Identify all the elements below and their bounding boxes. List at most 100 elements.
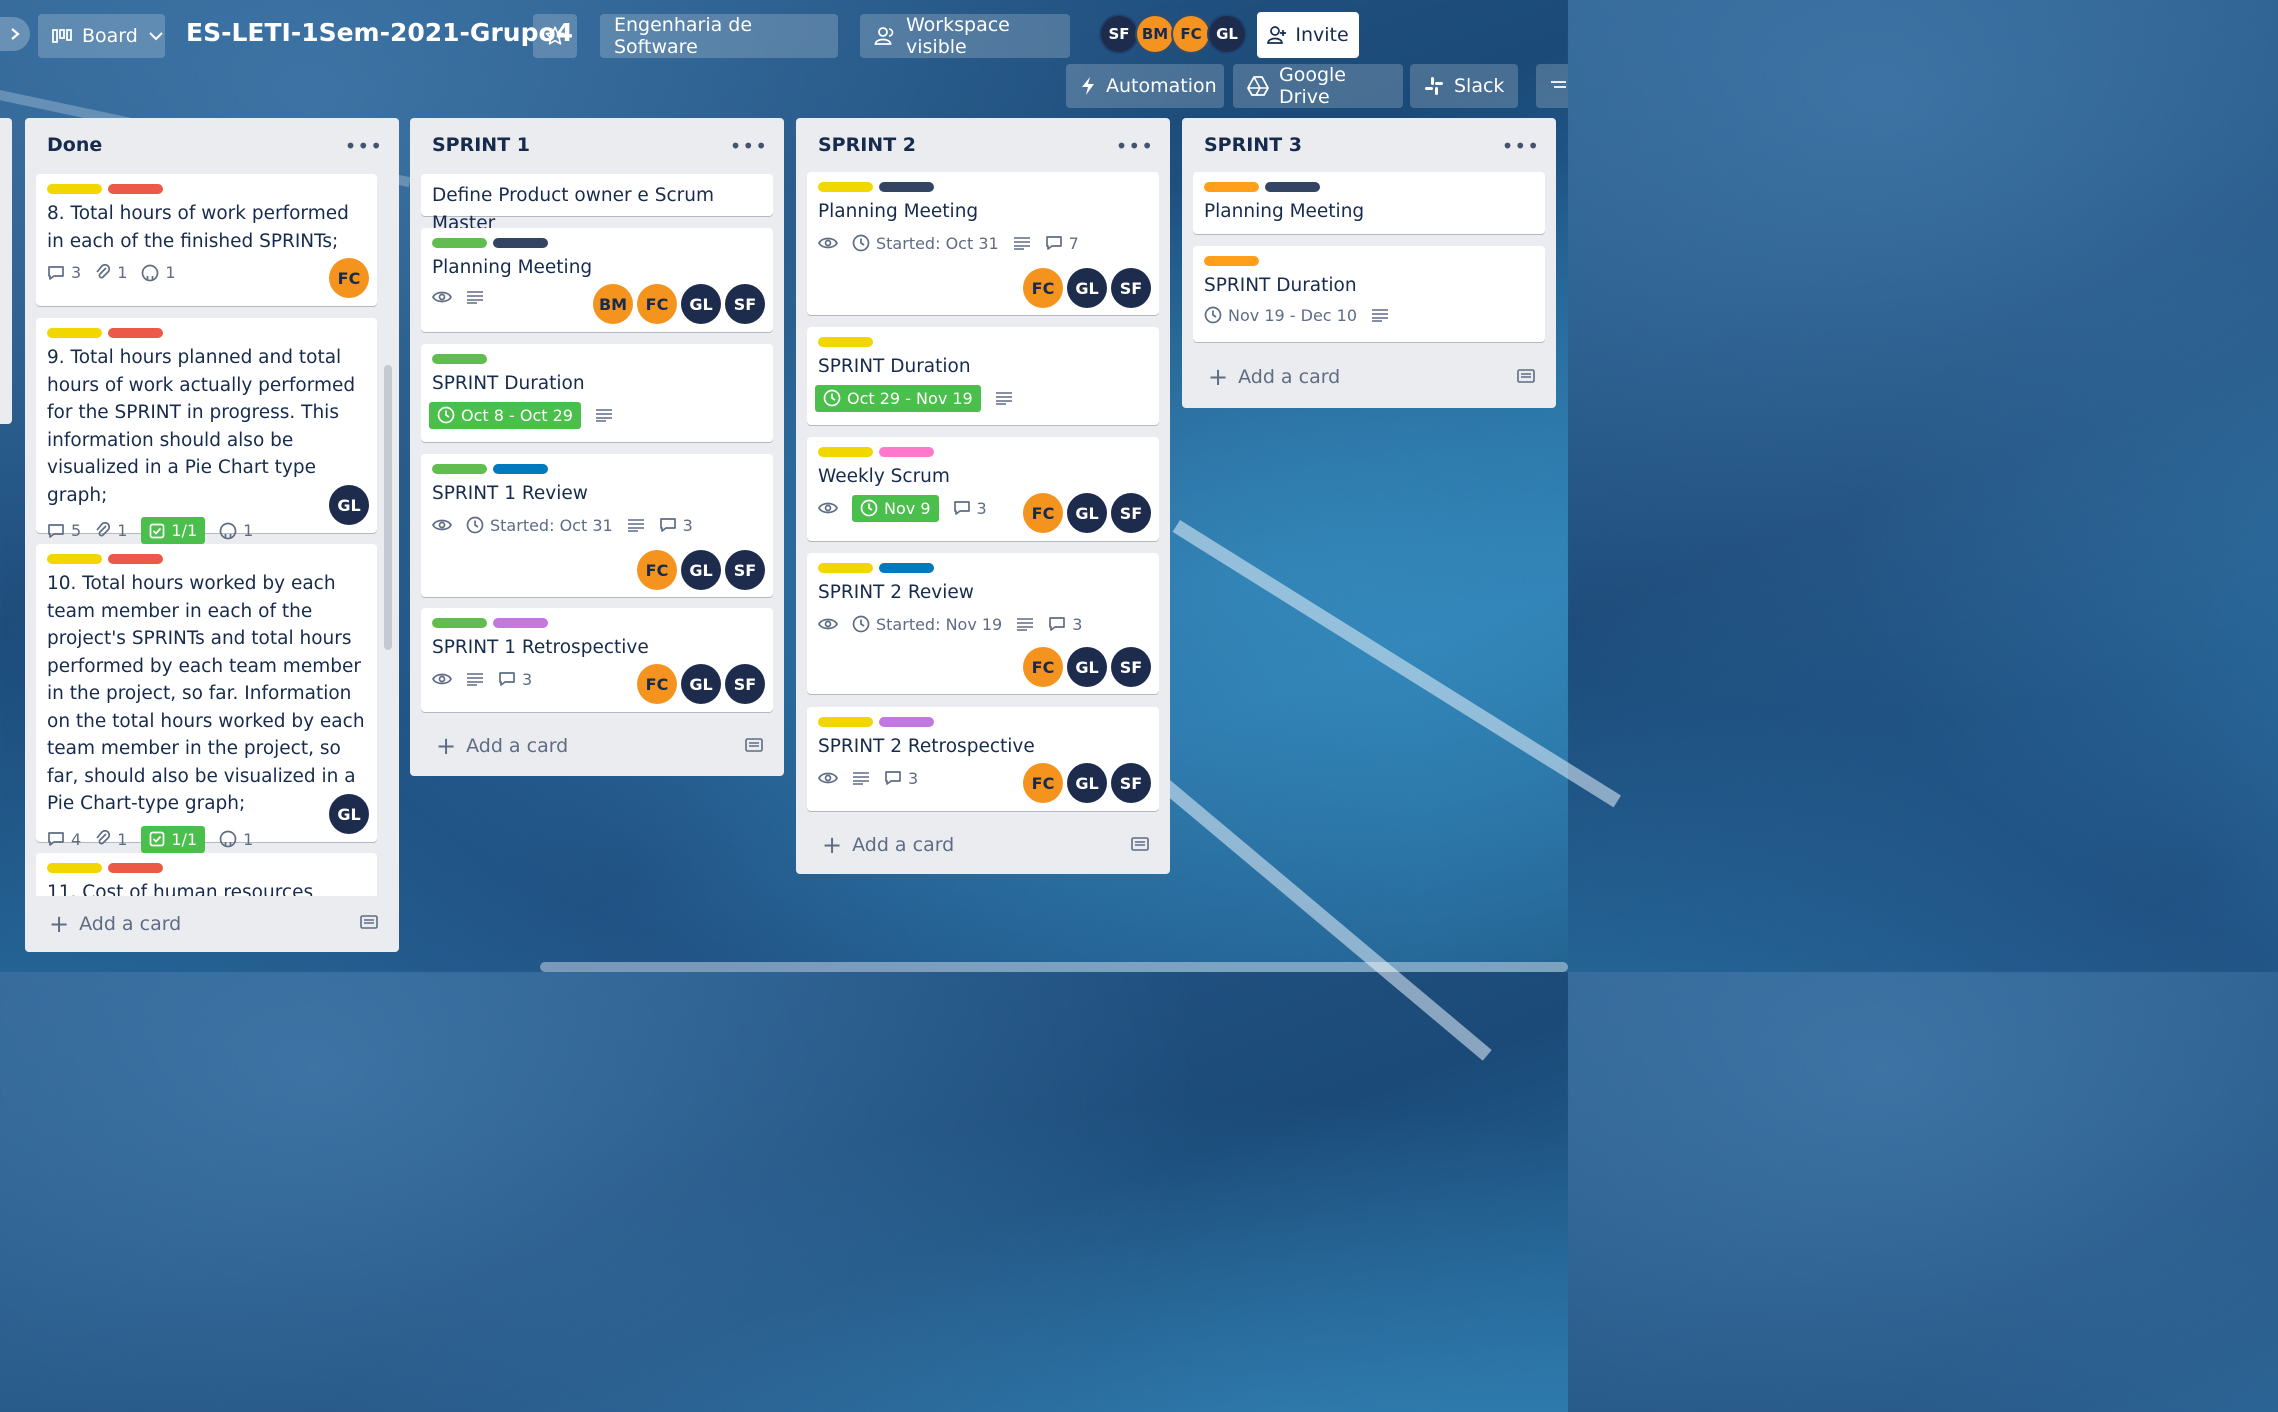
card-template-icon[interactable] [360, 914, 378, 930]
label-red[interactable] [108, 328, 163, 338]
member-avatar[interactable]: GL [681, 664, 721, 704]
member-avatar[interactable]: SF [1111, 763, 1151, 803]
label-yellow[interactable] [818, 337, 873, 347]
card[interactable]: SPRINT 1 Review Started: Oct 31 3 FC GL … [421, 454, 773, 597]
member-avatar[interactable]: GL [329, 485, 369, 525]
label-yellow[interactable] [818, 447, 873, 457]
label-yellow[interactable] [818, 182, 873, 192]
invite-button[interactable]: Invite [1257, 12, 1359, 58]
member-avatar[interactable]: GL [1067, 268, 1107, 308]
card[interactable]: SPRINT Duration Oct 29 - Nov 19 [807, 327, 1159, 425]
label-yellow[interactable] [818, 717, 873, 727]
list-scrollbar[interactable] [384, 365, 392, 650]
label-red[interactable] [108, 554, 163, 564]
add-card-button[interactable]: + Add a card [1208, 363, 1340, 391]
card-template-icon[interactable] [1131, 836, 1149, 852]
member-avatar[interactable]: GL [1207, 14, 1247, 54]
card[interactable]: SPRINT 2 Retrospective 3 FC GL SF [807, 707, 1159, 811]
slack-button[interactable]: Slack [1410, 64, 1518, 108]
board-title[interactable]: ES-LETI-1Sem-2021-Grupo4 [186, 18, 573, 47]
member-avatar[interactable]: FC [637, 550, 677, 590]
member-avatar[interactable]: FC [1171, 14, 1211, 54]
label-navy[interactable] [1265, 182, 1320, 192]
member-avatar[interactable]: BM [593, 284, 633, 324]
show-menu-button[interactable] [1536, 64, 1568, 108]
label-green[interactable] [432, 238, 487, 248]
member-avatar[interactable]: SF [725, 664, 765, 704]
label-yellow[interactable] [818, 563, 873, 573]
member-avatar[interactable]: SF [1111, 493, 1151, 533]
member-avatar[interactable]: FC [329, 258, 369, 298]
board-horizontal-scrollbar[interactable] [540, 962, 1568, 972]
list-title[interactable]: SPRINT 2 [818, 134, 916, 156]
card[interactable]: Planning Meeting [1193, 172, 1545, 234]
member-avatar[interactable]: FC [637, 284, 677, 324]
list-menu-button[interactable]: ••• [1502, 134, 1540, 158]
list-menu-button[interactable]: ••• [345, 134, 383, 158]
member-avatar[interactable]: SF [725, 550, 765, 590]
label-purple[interactable] [879, 717, 934, 727]
label-yellow[interactable] [47, 554, 102, 564]
card[interactable]: SPRINT 2 Review Started: Nov 19 3 FC GL … [807, 553, 1159, 694]
card[interactable]: 10. Total hours worked by each team memb… [36, 544, 377, 853]
member-avatar[interactable]: GL [1067, 647, 1107, 687]
label-pink[interactable] [879, 447, 934, 457]
card[interactable]: 8. Total hours of work performed in each… [36, 174, 377, 306]
label-yellow[interactable] [47, 328, 102, 338]
list-title[interactable]: SPRINT 1 [432, 134, 530, 156]
card[interactable]: SPRINT 1 Retrospective 3 FC GL SF [421, 608, 773, 712]
sidebar-expand-button[interactable] [0, 17, 30, 51]
member-avatar[interactable]: GL [329, 794, 369, 834]
card-template-icon[interactable] [1517, 368, 1535, 384]
member-avatar[interactable]: FC [1023, 763, 1063, 803]
start-date-badge[interactable]: Started: Nov 19 [852, 615, 1002, 634]
workspace-button[interactable]: Engenharia de Software [600, 14, 838, 58]
label-green[interactable] [432, 354, 487, 364]
card[interactable]: Planning Meeting Started: Oct 31 7 FC GL… [807, 172, 1159, 315]
add-card-button[interactable]: + Add a card [822, 831, 954, 859]
add-card-button[interactable]: + Add a card [436, 732, 568, 760]
label-yellow[interactable] [47, 863, 102, 873]
label-orange[interactable] [1204, 182, 1259, 192]
board-view-switcher[interactable]: Board [38, 14, 165, 58]
member-avatar[interactable]: BM [1135, 14, 1175, 54]
member-avatar[interactable]: GL [681, 284, 721, 324]
due-date-badge[interactable]: Oct 29 - Nov 19 [815, 384, 981, 412]
label-navy[interactable] [879, 182, 934, 192]
member-avatar[interactable]: SF [725, 284, 765, 324]
label-blue[interactable] [493, 464, 548, 474]
card[interactable]: Define Product owner e Scrum Master [421, 174, 773, 234]
label-yellow[interactable] [47, 184, 102, 194]
member-avatar[interactable]: FC [1023, 493, 1063, 533]
star-board-button[interactable] [533, 14, 577, 58]
label-purple[interactable] [493, 618, 548, 628]
card[interactable]: Planning Meeting BM FC GL SF [421, 228, 773, 332]
list-menu-button[interactable]: ••• [730, 134, 768, 158]
label-green[interactable] [432, 618, 487, 628]
card[interactable]: 11. Cost of human resources involved [36, 853, 377, 896]
member-avatar[interactable]: GL [1067, 763, 1107, 803]
start-date-badge[interactable]: Started: Oct 31 [466, 516, 613, 535]
label-red[interactable] [108, 184, 163, 194]
list-menu-button[interactable]: ••• [1116, 134, 1154, 158]
google-drive-button[interactable]: Google Drive [1233, 64, 1403, 108]
label-navy[interactable] [493, 238, 548, 248]
card[interactable]: SPRINT Duration Oct 8 - Oct 29 [421, 344, 773, 442]
visibility-button[interactable]: Workspace visible [860, 14, 1070, 58]
card[interactable]: 9. Total hours planned and total hours o… [36, 318, 377, 544]
label-orange[interactable] [1204, 256, 1259, 266]
list-title[interactable]: Done [47, 134, 102, 156]
add-card-button[interactable]: + Add a card [49, 910, 181, 938]
card[interactable]: Weekly Scrum Nov 9 3 FC GL SF [807, 437, 1159, 541]
label-blue[interactable] [879, 563, 934, 573]
member-avatar[interactable]: FC [1023, 268, 1063, 308]
label-red[interactable] [108, 863, 163, 873]
automation-button[interactable]: Automation [1066, 64, 1224, 108]
due-date-badge[interactable]: Nov 9 [852, 494, 939, 522]
member-avatar[interactable]: FC [637, 664, 677, 704]
card-template-icon[interactable] [745, 737, 763, 753]
card[interactable]: SPRINT Duration Nov 19 - Dec 10 [1193, 246, 1545, 342]
start-date-badge[interactable]: Started: Oct 31 [852, 234, 999, 253]
member-avatar[interactable]: SF [1111, 268, 1151, 308]
member-avatar[interactable]: FC [1023, 647, 1063, 687]
